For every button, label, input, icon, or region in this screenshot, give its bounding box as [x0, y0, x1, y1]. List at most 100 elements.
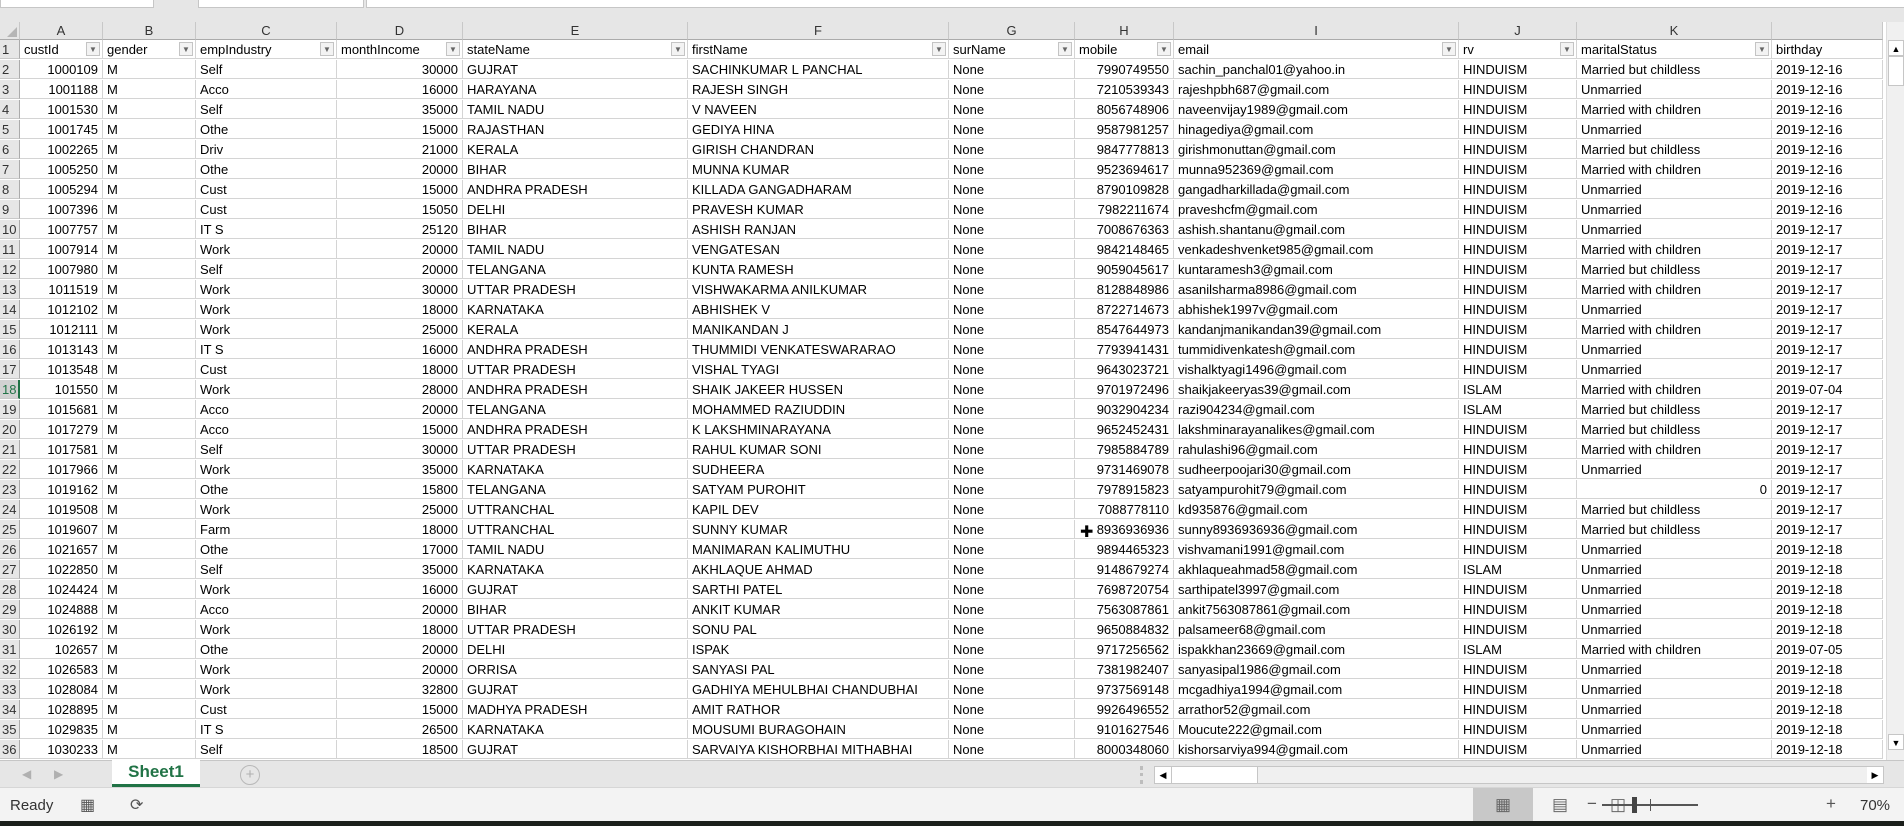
cell-gender[interactable]: M [103, 500, 196, 519]
cell-monthincome[interactable]: 15000 [337, 180, 463, 199]
column-field-header[interactable]: surName ▼ [949, 40, 1075, 59]
cell-statename[interactable]: GUJRAT [463, 680, 688, 699]
cell-monthincome[interactable]: 30000 [337, 280, 463, 299]
cell-gender[interactable]: M [103, 740, 196, 759]
cell-firstname[interactable]: VENGATESAN [688, 240, 949, 259]
cell-statename[interactable]: TELANGANA [463, 400, 688, 419]
cell-surname[interactable]: None [949, 500, 1075, 519]
cell-custid[interactable]: 1019508 [20, 500, 103, 519]
filter-dropdown-icon[interactable]: ▼ [1442, 42, 1456, 56]
row-header[interactable]: 12 [0, 260, 20, 279]
cell-surname[interactable]: None [949, 420, 1075, 439]
cell-gender[interactable]: M [103, 640, 196, 659]
cell-custid[interactable]: 1019607 [20, 520, 103, 539]
cell-email[interactable]: lakshminarayanalikes@gmail.com [1174, 420, 1459, 439]
cell-birthday[interactable]: 2019-12-18 [1772, 660, 1883, 679]
cell-custid[interactable]: 1017581 [20, 440, 103, 459]
cell-rv[interactable]: HINDUISM [1459, 80, 1577, 99]
column-field-header[interactable]: firstName ▼ [688, 40, 949, 59]
cell-firstname[interactable]: VISHAL TYAGI [688, 360, 949, 379]
cell-monthincome[interactable]: 16000 [337, 80, 463, 99]
cell-gender[interactable]: M [103, 380, 196, 399]
cell-monthincome[interactable]: 26500 [337, 720, 463, 739]
filter-dropdown-icon[interactable]: ▼ [1157, 42, 1171, 56]
cell-mobile[interactable]: 7793941431 [1075, 340, 1174, 359]
cell-mobile[interactable]: 9737569148 [1075, 680, 1174, 699]
cell-monthincome[interactable]: 15050 [337, 200, 463, 219]
cell-firstname[interactable]: ANKIT KUMAR [688, 600, 949, 619]
macro-record-icon[interactable]: ▦ [80, 795, 95, 815]
cell-statename[interactable]: ANDHRA PRADESH [463, 380, 688, 399]
cell-rv[interactable]: HINDUISM [1459, 480, 1577, 499]
cell-rv[interactable]: HINDUISM [1459, 200, 1577, 219]
cell-monthincome[interactable]: 15800 [337, 480, 463, 499]
cell-surname[interactable]: None [949, 560, 1075, 579]
cell-statename[interactable]: UTTAR PRADESH [463, 280, 688, 299]
cell-birthday[interactable]: 2019-12-17 [1772, 420, 1883, 439]
cell-rv[interactable]: HINDUISM [1459, 720, 1577, 739]
filter-dropdown-icon[interactable]: ▼ [1755, 42, 1769, 56]
scroll-right-icon[interactable]: ▶ [1867, 767, 1883, 783]
cell-gender[interactable]: M [103, 460, 196, 479]
scroll-up-icon[interactable]: ▲ [1888, 40, 1904, 56]
cell-custid[interactable]: 1013143 [20, 340, 103, 359]
cell-birthday[interactable]: 2019-12-17 [1772, 320, 1883, 339]
cell-birthday[interactable]: 2019-12-17 [1772, 240, 1883, 259]
cell-monthincome[interactable]: 20000 [337, 240, 463, 259]
cell-mobile[interactable]: 9894465323 [1075, 540, 1174, 559]
cell-firstname[interactable]: GIRISH CHANDRAN [688, 140, 949, 159]
cell-empindustry[interactable]: Work [196, 380, 337, 399]
horizontal-scroll-thumb[interactable] [1171, 767, 1258, 783]
prev-sheet-icon[interactable]: ◀ [22, 767, 31, 781]
row-header[interactable]: 25 [0, 520, 20, 539]
cell-firstname[interactable]: RAJESH SINGH [688, 80, 949, 99]
cell-statename[interactable]: KARNATAKA [463, 460, 688, 479]
cell-email[interactable]: tummidivenkatesh@gmail.com [1174, 340, 1459, 359]
cell-email[interactable]: venkadeshvenket985@gmail.com [1174, 240, 1459, 259]
cell-birthday[interactable]: 2019-12-17 [1772, 520, 1883, 539]
column-header[interactable]: K [1577, 22, 1772, 40]
cell-email[interactable]: sachin_panchal01@yahoo.in [1174, 60, 1459, 79]
cell-surname[interactable]: None [949, 660, 1075, 679]
cell-birthday[interactable]: 2019-12-16 [1772, 140, 1883, 159]
row-header[interactable]: 1 [0, 40, 20, 59]
cell-rv[interactable]: HINDUISM [1459, 260, 1577, 279]
cell-custid[interactable]: 1002265 [20, 140, 103, 159]
cell-statename[interactable]: BIHAR [463, 600, 688, 619]
cell-statename[interactable]: GUJRAT [463, 740, 688, 759]
cell-surname[interactable]: None [949, 520, 1075, 539]
cell-email[interactable]: ispakkhan23669@gmail.com [1174, 640, 1459, 659]
cell-firstname[interactable]: KUNTA RAMESH [688, 260, 949, 279]
row-header[interactable]: 7 [0, 160, 20, 179]
cell-maritalstatus[interactable]: Unmarried [1577, 720, 1772, 739]
cell-empindustry[interactable]: Cust [196, 200, 337, 219]
cell-custid[interactable]: 1012102 [20, 300, 103, 319]
cell-custid[interactable]: 1001188 [20, 80, 103, 99]
cell-maritalstatus[interactable]: Married but childless [1577, 260, 1772, 279]
cell-maritalstatus[interactable]: Married but childless [1577, 400, 1772, 419]
row-header[interactable]: 22 [0, 460, 20, 479]
cell-rv[interactable]: ISLAM [1459, 380, 1577, 399]
scroll-down-icon[interactable]: ▼ [1888, 734, 1904, 750]
cell-birthday[interactable]: 2019-12-18 [1772, 720, 1883, 739]
filter-dropdown-icon[interactable]: ▼ [179, 42, 193, 56]
cell-surname[interactable]: None [949, 280, 1075, 299]
cell-email[interactable]: kd935876@gmail.com [1174, 500, 1459, 519]
cell-custid[interactable]: 1007757 [20, 220, 103, 239]
cell-gender[interactable]: M [103, 340, 196, 359]
cell-rv[interactable]: HINDUISM [1459, 100, 1577, 119]
cell-firstname[interactable]: MOHAMMED RAZIUDDIN [688, 400, 949, 419]
cell-rv[interactable]: HINDUISM [1459, 540, 1577, 559]
cell-email[interactable]: rahulashi96@gmail.com [1174, 440, 1459, 459]
cell-surname[interactable]: None [949, 200, 1075, 219]
cell-mobile[interactable]: 7008676363 [1075, 220, 1174, 239]
cell-email[interactable]: naveenvijay1989@gmail.com [1174, 100, 1459, 119]
cell-maritalstatus[interactable]: Unmarried [1577, 120, 1772, 139]
cell-birthday[interactable]: 2019-12-17 [1772, 360, 1883, 379]
cell-statename[interactable]: TAMIL NADU [463, 240, 688, 259]
cell-firstname[interactable]: VISHWAKARMA ANILKUMAR [688, 280, 949, 299]
cell-maritalstatus[interactable]: Unmarried [1577, 200, 1772, 219]
cell-surname[interactable]: None [949, 320, 1075, 339]
column-field-header[interactable]: maritalStatus ▼ [1577, 40, 1772, 59]
cell-email[interactable]: vishvamani1991@gmail.com [1174, 540, 1459, 559]
